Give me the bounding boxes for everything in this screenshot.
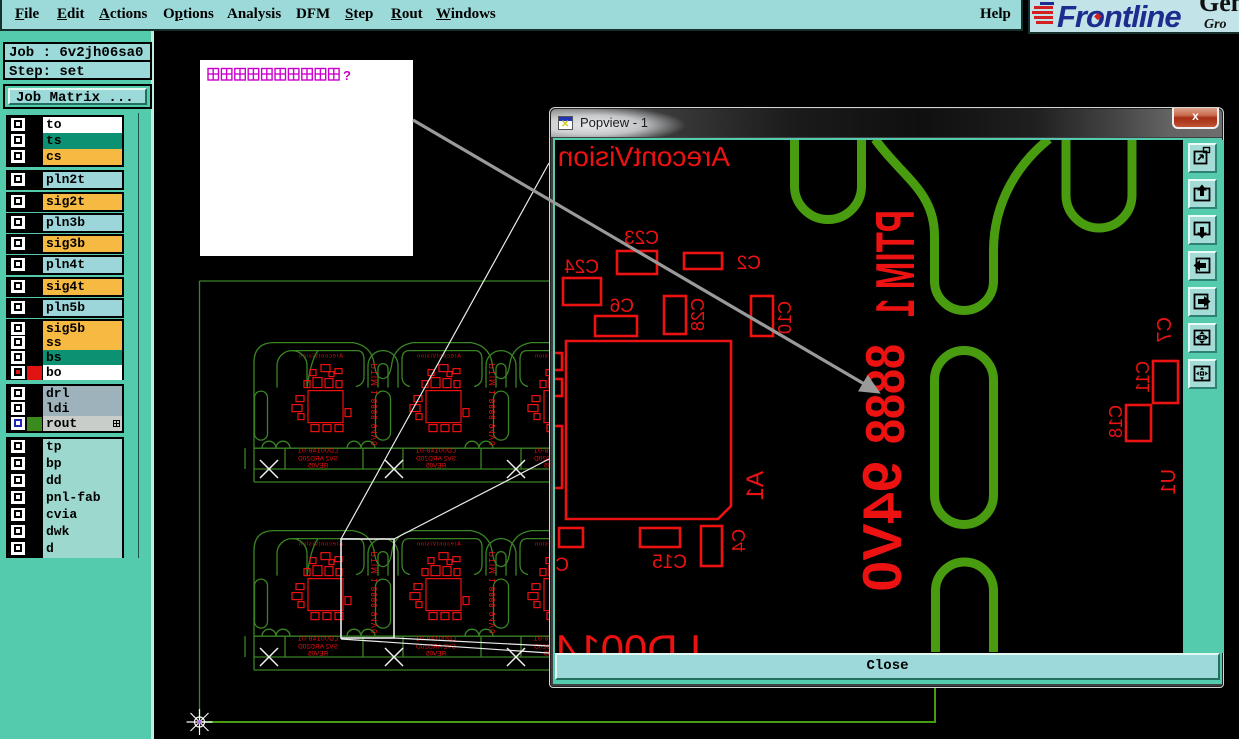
svg-text:PTIM 1: PTIM 1 (864, 210, 926, 317)
svg-text:PTIM 1 8888 94V0: PTIM 1 8888 94V0 (370, 552, 379, 635)
svg-text:ArecontVision: ArecontVision (299, 542, 343, 548)
svg-text:C4: C4 (729, 529, 749, 552)
svg-text:8888: 8888 (854, 344, 916, 444)
svg-text:C24: C24 (564, 257, 599, 278)
svg-text:94V0: 94V0 (851, 461, 913, 592)
svg-text:PTIM 1 8888 94V0: PTIM 1 8888 94V0 (370, 364, 379, 447)
svg-text:C28: C28 (688, 298, 708, 331)
svg-text:LD00148-0: LD00148-0 (555, 626, 701, 653)
svg-text:A1: A1 (742, 471, 769, 500)
svg-text:LD00148-01: LD00148-01 (298, 448, 338, 455)
svg-text:C7: C7 (1154, 317, 1176, 343)
svg-text:?: ? (343, 68, 351, 83)
svg-text:LD00148-01: LD00148-01 (416, 448, 456, 455)
svg-text:C15: C15 (652, 552, 687, 573)
svg-text:C11: C11 (1133, 361, 1153, 393)
svg-text:C2: C2 (737, 253, 761, 274)
svg-text:ArecontVision: ArecontVision (299, 354, 343, 360)
svg-text:REV05: REV05 (308, 651, 328, 658)
svg-text:ArecontVision: ArecontVision (417, 354, 461, 360)
svg-text:ArecontVision: ArecontVision (417, 542, 461, 548)
svg-text:C: C (555, 555, 569, 576)
svg-text:C6: C6 (610, 296, 634, 317)
svg-text:C18: C18 (1106, 405, 1126, 438)
svg-text:SV2 ARD20D: SV2 ARD20D (298, 644, 338, 651)
svg-text:REV05: REV05 (308, 463, 328, 470)
svg-text:SV2 ARD20D: SV2 ARD20D (416, 456, 456, 463)
svg-text:ArecontVision: ArecontVision (558, 141, 730, 172)
svg-text:REV05: REV05 (426, 463, 446, 470)
svg-text:PTIM 1 8888 94V0: PTIM 1 8888 94V0 (488, 552, 497, 635)
svg-text:SV2 ARD20D: SV2 ARD20D (298, 456, 338, 463)
svg-text:LD00148-01: LD00148-01 (298, 636, 338, 643)
svg-text:Gro: Gro (1204, 17, 1227, 32)
svg-text:C10: C10 (775, 301, 795, 334)
svg-text:REV05: REV05 (426, 651, 446, 658)
svg-text:PTIM 1 8888 94V0: PTIM 1 8888 94V0 (488, 364, 497, 447)
svg-text:Frontline: Frontline (1057, 0, 1181, 34)
svg-text:C23: C23 (624, 228, 659, 249)
svg-text:Gen: Gen (1199, 0, 1239, 17)
svg-text:U1: U1 (1158, 469, 1180, 495)
